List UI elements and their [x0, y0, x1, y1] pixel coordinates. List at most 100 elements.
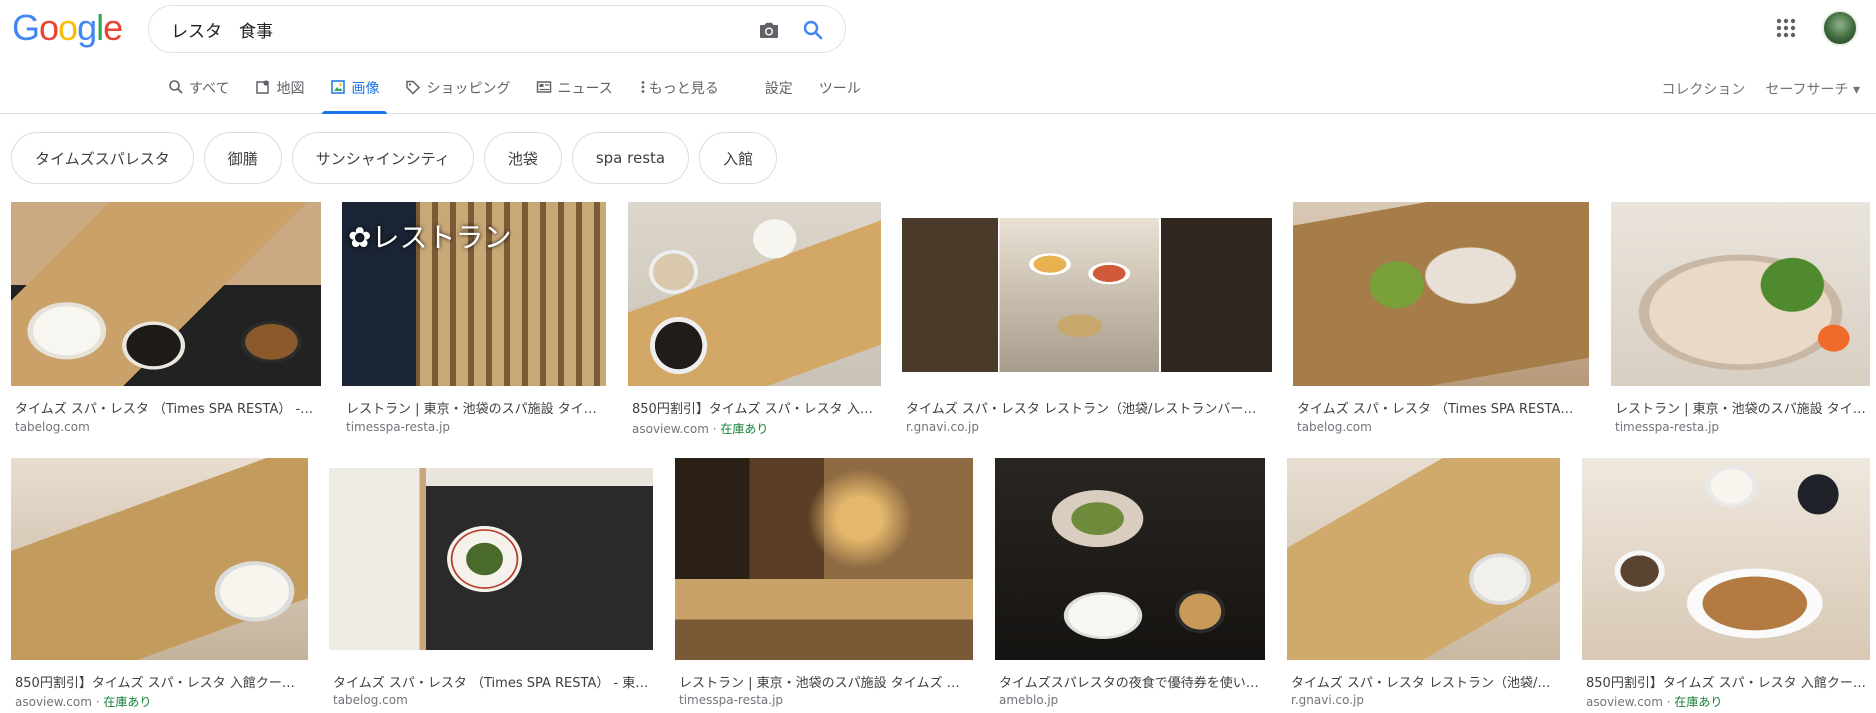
- apps-grid-icon[interactable]: [1774, 16, 1798, 40]
- source-domain: tabelog.com: [333, 693, 408, 707]
- chip[interactable]: サンシャインシティ: [291, 132, 474, 184]
- result-thumbnail[interactable]: [1582, 458, 1870, 660]
- chip[interactable]: 池袋: [483, 132, 562, 184]
- tab-maps[interactable]: 地図: [255, 78, 304, 114]
- logo-letter: e: [103, 7, 123, 48]
- result-thumbnail[interactable]: [1287, 458, 1560, 660]
- result-source: timesspa-resta.jp: [679, 693, 783, 707]
- result-thumbnail[interactable]: [1611, 202, 1870, 386]
- result-thumbnail[interactable]: [329, 468, 653, 650]
- search-tabs: すべて 地図 画像 ショッピング ニュース もっと見る 設定 ツール: [168, 78, 887, 114]
- result-source: ameblo.jp: [999, 693, 1058, 707]
- image-result[interactable]: タイムズ スパ・レスタ レストラン（池袋/… r.gnavi.co.jp: [1287, 458, 1560, 708]
- image-result[interactable]: タイムズ スパ・レスタ （Times SPA RESTA） - 東… tabel…: [329, 458, 653, 708]
- result-caption[interactable]: タイムズ スパ・レスタ （Times SPA RESTA） - …: [15, 398, 317, 417]
- avatar[interactable]: [1822, 10, 1858, 46]
- result-source: tabelog.com: [333, 693, 408, 707]
- tab-tools[interactable]: ツール: [819, 78, 861, 114]
- header-right-links: コレクション セーフサーチ ▾: [1641, 79, 1860, 99]
- result-caption[interactable]: レストラン | 東京・池袋のスパ施設 タイ…: [346, 398, 602, 417]
- result-caption[interactable]: 850円割引】タイムズ スパ・レスタ 入館クー…: [15, 672, 304, 691]
- result-thumbnail[interactable]: [11, 202, 321, 386]
- result-thumbnail[interactable]: [995, 458, 1265, 660]
- source-domain: asoview.com: [1586, 695, 1663, 708]
- tab-label: 画像: [351, 81, 380, 97]
- tab-shopping[interactable]: ショッピング: [405, 78, 510, 114]
- result-source: asoview.com · 在庫あり: [15, 695, 152, 708]
- source-domain: tabelog.com: [1297, 420, 1372, 434]
- image-icon: [331, 80, 346, 94]
- result-caption[interactable]: タイムズ スパ・レスタ レストラン（池袋/レストランバー…: [906, 398, 1268, 417]
- result-thumbnail[interactable]: [675, 458, 973, 660]
- search-icon: [169, 80, 183, 94]
- tab-label: もっと見る: [648, 81, 719, 97]
- safesearch-dropdown[interactable]: セーフサーチ ▾: [1765, 79, 1860, 99]
- tab-label: すべて: [189, 81, 230, 97]
- source-domain: r.gnavi.co.jp: [1291, 693, 1364, 707]
- result-thumbnail[interactable]: [628, 202, 881, 386]
- image-result[interactable]: レストラン | 東京・池袋のスパ施設 タイ… timesspa-resta.jp: [1611, 202, 1870, 442]
- result-caption[interactable]: タイムズ スパ・レスタ （Times SPA RESTA） …: [1297, 398, 1585, 417]
- overlay-text: レストラン: [371, 221, 512, 254]
- stock-status: 在庫あり: [1674, 695, 1723, 708]
- result-caption[interactable]: レストラン | 東京・池袋のスパ施設 タイ…: [1615, 398, 1866, 417]
- google-logo[interactable]: Google: [12, 7, 123, 48]
- tab-label: 地図: [276, 81, 305, 97]
- image-result[interactable]: タイムズ スパ・レスタ （Times SPA RESTA） … tabelog.…: [1293, 202, 1589, 442]
- result-caption[interactable]: タイムズスパレスタの夜食で優待券を使い…: [999, 672, 1261, 691]
- stock-status: 在庫あり: [720, 422, 769, 436]
- result-thumbnail[interactable]: [11, 458, 308, 660]
- chip[interactable]: 御膳: [203, 132, 282, 184]
- tab-all[interactable]: すべて: [168, 78, 229, 114]
- logo-letter: o: [58, 7, 78, 48]
- thumbnail-overlay-label: ✿レストラン: [348, 216, 511, 256]
- chip[interactable]: 入館: [699, 132, 778, 184]
- stock-status: 在庫あり: [103, 695, 152, 708]
- result-source: asoview.com · 在庫あり: [1586, 695, 1723, 708]
- image-result[interactable]: ✿レストラン レストラン | 東京・池袋のスパ施設 タイ… timesspa-r…: [342, 202, 606, 442]
- tab-label: ショッピング: [426, 81, 511, 97]
- map-icon: [256, 80, 270, 94]
- logo-letter: g: [77, 7, 97, 48]
- tab-settings[interactable]: 設定: [765, 78, 793, 114]
- search-input[interactable]: [171, 6, 731, 52]
- result-caption[interactable]: タイムズ スパ・レスタ レストラン（池袋/…: [1291, 672, 1556, 691]
- image-result[interactable]: タイムズ スパ・レスタ （Times SPA RESTA） - … tabelo…: [11, 202, 321, 442]
- header: Google すべて 地図 画像: [0, 0, 1876, 114]
- camera-icon[interactable]: [757, 18, 781, 42]
- tab-label: ツール: [818, 81, 861, 97]
- tab-news[interactable]: ニュース: [536, 78, 613, 114]
- result-caption[interactable]: レストラン | 東京・池袋のスパ施設 タイムズ …: [679, 672, 969, 691]
- logo-letter: G: [12, 7, 40, 48]
- collections-link[interactable]: コレクション: [1661, 79, 1745, 99]
- source-domain: timesspa-resta.jp: [1615, 420, 1720, 434]
- result-caption[interactable]: 850円割引】タイムズ スパ・レスタ 入館クー…: [1586, 672, 1866, 691]
- news-icon: [537, 81, 552, 93]
- tab-label: ニュース: [557, 81, 613, 97]
- result-thumbnail[interactable]: [902, 218, 1272, 372]
- chip[interactable]: タイムズスパレスタ: [11, 132, 194, 184]
- source-domain: asoview.com: [15, 695, 92, 708]
- result-thumbnail[interactable]: ✿レストラン: [342, 202, 606, 386]
- image-result[interactable]: 850円割引】タイムズ スパ・レスタ 入… asoview.com · 在庫あり: [628, 202, 881, 442]
- result-source: tabelog.com: [15, 420, 90, 434]
- image-result[interactable]: タイムズ スパ・レスタ レストラン（池袋/レストランバー… r.gnavi.co…: [902, 202, 1272, 442]
- result-caption[interactable]: タイムズ スパ・レスタ （Times SPA RESTA） - 東…: [333, 672, 649, 691]
- image-result[interactable]: 850円割引】タイムズ スパ・レスタ 入館クー… asoview.com · 在…: [11, 458, 308, 708]
- source-domain: timesspa-resta.jp: [346, 420, 451, 434]
- tab-more[interactable]: もっと見る: [639, 78, 719, 114]
- source-domain: timesspa-resta.jp: [679, 693, 784, 707]
- image-result[interactable]: レストラン | 東京・池袋のスパ施設 タイムズ … timesspa-resta…: [675, 458, 973, 708]
- result-source: timesspa-resta.jp: [1615, 420, 1719, 434]
- search-icon[interactable]: [801, 18, 825, 42]
- chip[interactable]: spa resta: [571, 132, 690, 184]
- image-result[interactable]: タイムズスパレスタの夜食で優待券を使い… ameblo.jp: [995, 458, 1265, 708]
- source-domain: ameblo.jp: [999, 693, 1059, 707]
- image-result[interactable]: 850円割引】タイムズ スパ・レスタ 入館クー… asoview.com · 在…: [1582, 458, 1870, 708]
- tab-images[interactable]: 画像: [322, 78, 388, 114]
- result-source: tabelog.com: [1297, 420, 1372, 434]
- flower-logo-icon: ✿: [348, 221, 372, 254]
- result-caption[interactable]: 850円割引】タイムズ スパ・レスタ 入…: [632, 398, 877, 417]
- result-thumbnail[interactable]: [1293, 202, 1589, 386]
- logo-letter: o: [39, 7, 59, 48]
